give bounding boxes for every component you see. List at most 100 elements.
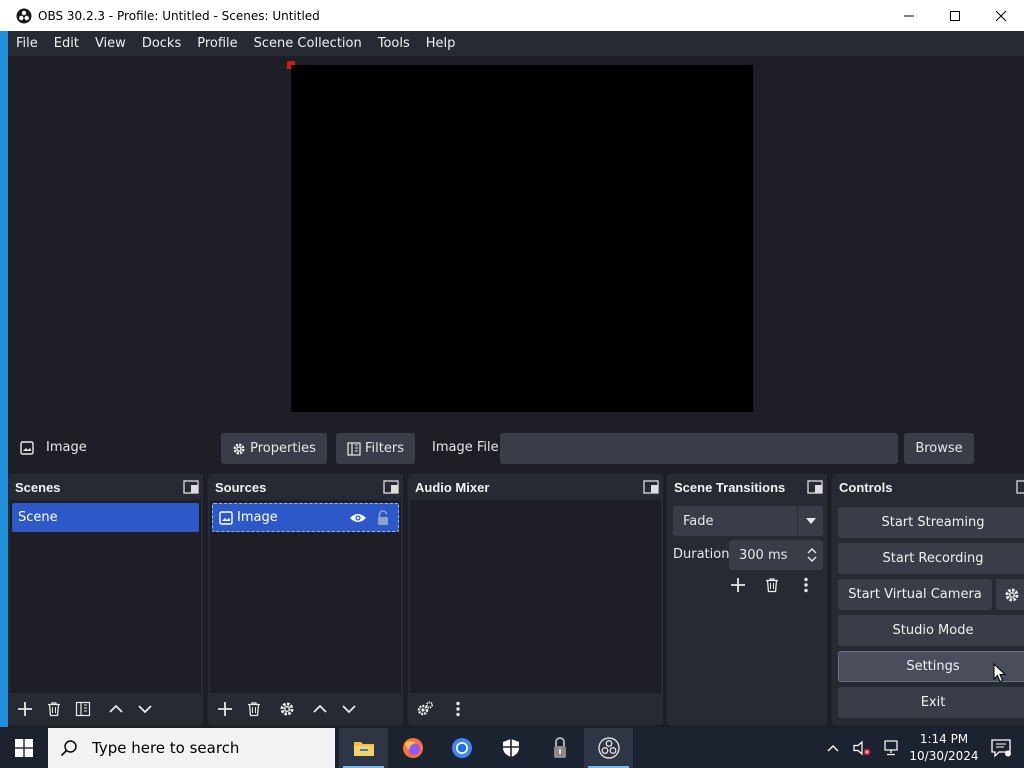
start-recording-button[interactable]: Start Recording [838,543,1024,574]
move-scene-up-button[interactable] [103,696,129,722]
undock-icon[interactable] [1016,479,1024,495]
remove-transition-button[interactable] [759,572,785,598]
menu-tools[interactable]: Tools [378,36,410,51]
chevron-up-icon [827,745,839,752]
start-virtual-camera-button[interactable]: Start Virtual Camera [838,579,992,610]
preview-canvas[interactable] [291,65,753,412]
chevron-up-icon [109,704,123,713]
scene-filters-button[interactable] [70,696,96,722]
menu-edit[interactable]: Edit [54,36,79,51]
taskbar-firefox[interactable] [388,728,437,768]
add-scene-button[interactable] [12,696,38,722]
duration-stepper[interactable] [801,540,823,570]
remove-scene-button[interactable] [41,696,67,722]
scenes-dock-header: Scenes [8,474,203,500]
minimize-icon [904,15,914,16]
source-context-bar: Image Properties Filters Image File Brow… [8,428,1024,468]
chevron-down-icon[interactable] [807,555,817,563]
more-vertical-icon [804,577,808,593]
volume-tray-button[interactable] [849,735,875,761]
menu-scene-collection[interactable]: Scene Collection [254,36,362,51]
undock-icon[interactable] [643,479,659,495]
preview-area [8,56,1024,420]
transition-properties-button[interactable] [793,572,819,598]
gear-icon [1005,588,1019,601]
menubar: File Edit View Docks Profile Scene Colle… [8,31,1024,56]
undock-icon[interactable] [383,479,399,495]
plus-icon [18,702,32,716]
menu-docks[interactable]: Docks [142,36,181,51]
chevron-down-icon [138,705,152,714]
move-source-down-button[interactable] [336,696,362,722]
sources-title: Sources [215,479,267,495]
lock-usb-icon [553,737,566,758]
taskbar-chrome[interactable] [437,728,486,768]
audio-mixer-menu-button[interactable] [445,696,471,722]
properties-button[interactable]: Properties [221,433,327,464]
move-scene-down-button[interactable] [132,696,158,722]
minimize-button[interactable] [886,0,932,31]
network-tray-button[interactable] [878,735,904,761]
scenes-title: Scenes [15,479,61,495]
menu-help[interactable]: Help [426,36,456,51]
start-streaming-button[interactable]: Start Streaming [838,507,1024,538]
remove-source-button[interactable] [241,696,267,722]
taskbar-security[interactable] [486,728,535,768]
start-button[interactable] [0,728,48,768]
clock-date: 10/30/2024 [909,749,979,763]
menu-profile[interactable]: Profile [197,36,237,51]
source-item[interactable]: Image [212,503,399,532]
trash-icon [248,702,260,717]
undock-icon[interactable] [807,479,823,495]
image-file-path-field[interactable] [500,433,898,464]
filters-button[interactable]: Filters [336,433,415,464]
exit-button[interactable]: Exit [838,687,1024,718]
browse-label: Browse [915,441,963,456]
window-titlebar: OBS 30.2.3 - Profile: Untitled - Scenes:… [0,0,1024,31]
advanced-audio-properties-button[interactable] [412,696,438,722]
scene-item[interactable]: Scene [12,503,199,532]
window-title: OBS 30.2.3 - Profile: Untitled - Scenes:… [38,8,320,23]
taskbar-search-box[interactable]: Type here to search [48,728,335,768]
transitions-toolbar [725,572,822,598]
taskbar-vpn[interactable] [535,728,584,768]
move-source-up-button[interactable] [307,696,333,722]
controls-title: Controls [839,479,893,495]
lock-icon[interactable] [376,510,390,526]
taskbar-obs[interactable] [584,728,633,768]
browse-button[interactable]: Browse [904,433,974,464]
image-icon [20,441,34,455]
taskbar-clock[interactable]: 1:14 PM 10/30/2024 [907,731,981,765]
sources-dock-header: Sources [208,474,403,500]
duration-spinbox[interactable]: 300 ms [729,540,823,570]
show-hidden-icons-button[interactable] [820,735,846,761]
virtual-camera-settings-button[interactable] [996,579,1024,610]
add-source-button[interactable] [212,696,238,722]
plus-icon [731,578,745,592]
desktop-edge [0,31,8,727]
add-transition-button[interactable] [725,572,751,598]
transition-type-select[interactable]: Fade [673,506,823,536]
undock-icon[interactable] [183,479,199,495]
menu-file[interactable]: File [16,36,38,51]
firefox-icon [402,738,423,758]
chevron-up-icon[interactable] [807,547,817,555]
menu-view[interactable]: View [95,36,126,51]
sources-list: Image [210,500,401,693]
settings-label: Settings [906,659,960,674]
filter-icon [347,441,361,456]
scene-transitions-title: Scene Transitions [674,479,786,495]
shield-icon [502,739,519,757]
close-button[interactable] [978,0,1024,31]
sources-toolbar [208,693,403,725]
notifications-button[interactable] [981,735,1021,761]
network-icon [884,740,898,756]
taskbar-file-explorer[interactable] [339,728,388,768]
eye-icon[interactable] [349,512,367,524]
windows-logo-icon [15,739,33,757]
chevron-down-icon [797,506,823,536]
studio-mode-button[interactable]: Studio Mode [838,615,1024,646]
selected-source-name: Image [46,440,87,455]
source-properties-button[interactable] [274,696,300,722]
maximize-button[interactable] [932,0,978,31]
